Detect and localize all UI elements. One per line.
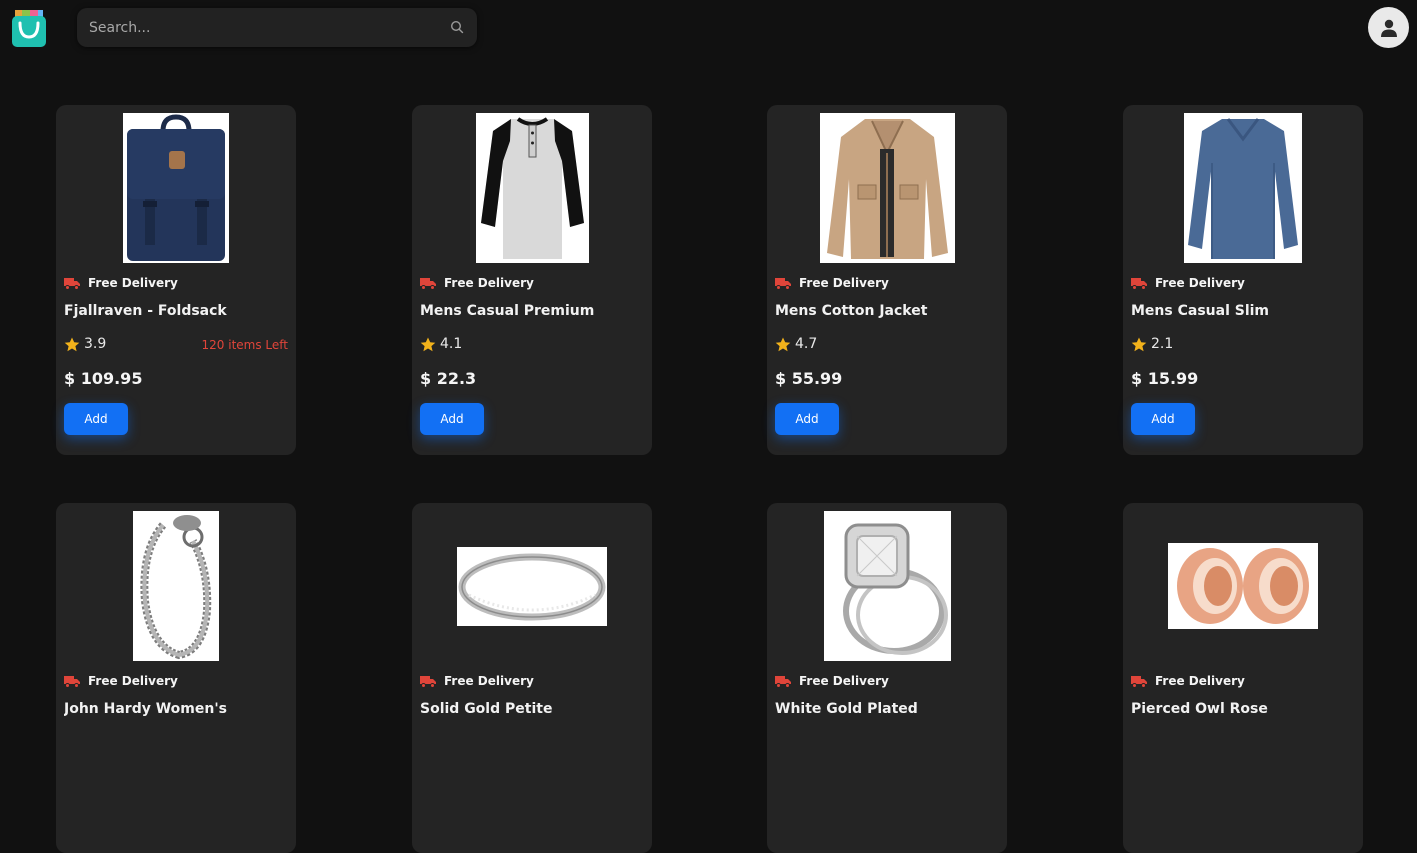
product-image-raglan-shirt[interactable] [475,113,589,263]
product-card[interactable]: Free Delivery Solid Gold Petite [412,503,652,853]
product-title[interactable]: Pierced Owl Rose [1131,701,1356,717]
free-delivery-badge: Free Delivery [64,275,178,291]
product-image-container [1123,511,1363,661]
product-title[interactable]: White Gold Plated [775,701,1000,717]
truck-icon [420,675,436,688]
product-card[interactable]: Free Delivery Mens Casual Premium 4.1 $ … [412,105,652,455]
star-icon [420,337,436,351]
product-price: $ 15.99 [1131,369,1199,388]
product-card[interactable]: Free Delivery John Hardy Women's [56,503,296,853]
product-rating: 2.1 [1131,336,1173,352]
search-input[interactable] [77,8,437,47]
product-rating: 4.7 [775,336,817,352]
delivery-label: Free Delivery [799,674,889,688]
truck-icon [64,277,80,290]
rating-value: 4.7 [795,336,818,352]
product-image-container [56,511,296,661]
free-delivery-badge: Free Delivery [775,275,889,291]
product-card[interactable]: Free Delivery Mens Casual Slim 2.1 $ 15.… [1123,105,1363,455]
delivery-label: Free Delivery [1155,276,1245,290]
product-image-container [412,511,652,661]
user-icon [1380,19,1397,37]
product-image-container [412,113,652,263]
truck-icon [775,675,791,688]
product-image-long-sleeve-shirt[interactable] [1184,113,1302,263]
product-image-container [56,113,296,263]
rating-value: 2.1 [1151,336,1174,352]
shopping-bag-icon[interactable] [12,9,46,47]
stock-warning: 120 items Left [201,338,288,352]
product-image-ear-plugs[interactable] [1168,543,1318,629]
product-price: $ 55.99 [775,369,843,388]
product-title[interactable]: Fjallraven - Foldsack [64,303,289,319]
truck-icon [420,277,436,290]
star-icon [1131,337,1147,351]
product-image-container [1123,113,1363,263]
product-image-diamond-ring[interactable] [823,511,951,661]
rating-value: 3.9 [84,336,107,352]
truck-icon [775,277,791,290]
delivery-label: Free Delivery [88,276,178,290]
top-bar [0,0,1417,56]
star-icon [775,337,791,351]
product-image-backpack[interactable] [123,113,229,263]
user-avatar-button[interactable] [1368,7,1409,48]
search-bar [77,8,477,47]
product-title[interactable]: John Hardy Women's [64,701,289,717]
add-to-cart-button[interactable]: Add [64,403,128,435]
product-rating: 4.1 [420,336,462,352]
rating-value: 4.1 [440,336,463,352]
product-image-jacket[interactable] [819,113,955,263]
product-price: $ 109.95 [64,369,143,388]
product-card[interactable]: Free Delivery Fjallraven - Foldsack 3.9 … [56,105,296,455]
star-icon [64,337,80,351]
product-title[interactable]: Mens Cotton Jacket [775,303,1000,319]
product-image-container [767,113,1007,263]
product-card[interactable]: Free Delivery White Gold Plated [767,503,1007,853]
product-rating: 3.9 [64,336,106,352]
add-to-cart-button[interactable]: Add [420,403,484,435]
free-delivery-badge: Free Delivery [1131,275,1245,291]
delivery-label: Free Delivery [444,276,534,290]
product-title[interactable]: Solid Gold Petite [420,701,645,717]
truck-icon [1131,675,1147,688]
product-image-container [767,511,1007,661]
search-icon[interactable] [450,20,464,34]
delivery-label: Free Delivery [1155,674,1245,688]
product-price: $ 22.3 [420,369,477,388]
product-image-bracelet[interactable] [133,511,219,661]
free-delivery-badge: Free Delivery [64,673,178,689]
truck-icon [1131,277,1147,290]
product-title[interactable]: Mens Casual Slim [1131,303,1356,319]
product-image-ring[interactable] [457,546,607,626]
product-title[interactable]: Mens Casual Premium [420,303,645,319]
add-to-cart-button[interactable]: Add [1131,403,1195,435]
delivery-label: Free Delivery [799,276,889,290]
free-delivery-badge: Free Delivery [420,275,534,291]
delivery-label: Free Delivery [88,674,178,688]
truck-icon [64,675,80,688]
delivery-label: Free Delivery [444,674,534,688]
free-delivery-badge: Free Delivery [775,673,889,689]
product-card[interactable]: Free Delivery Mens Cotton Jacket 4.7 $ 5… [767,105,1007,455]
free-delivery-badge: Free Delivery [1131,673,1245,689]
free-delivery-badge: Free Delivery [420,673,534,689]
product-card[interactable]: Free Delivery Pierced Owl Rose [1123,503,1363,853]
add-to-cart-button[interactable]: Add [775,403,839,435]
